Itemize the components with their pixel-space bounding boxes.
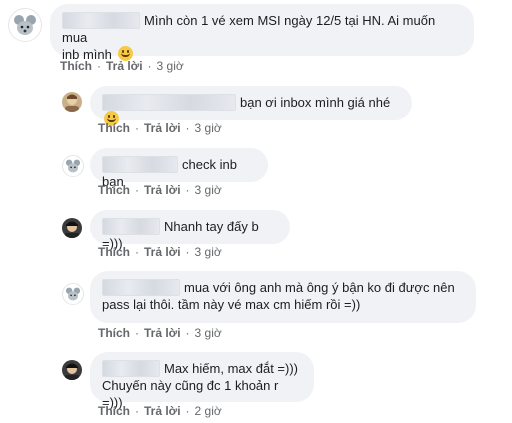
comment-actions: Thích · Trả lời · 3 giờ	[98, 326, 222, 340]
like-link[interactable]: Thích	[60, 59, 92, 73]
separator: ·	[185, 121, 190, 135]
mouse-avatar-icon	[65, 159, 81, 173]
person-avatar-icon	[65, 221, 79, 238]
reply-link[interactable]: Trả lời	[144, 326, 181, 340]
author-name[interactable]	[102, 360, 160, 377]
avatar[interactable]	[8, 8, 42, 42]
comment-actions: Thích · Trả lời · 3 giờ	[98, 121, 222, 135]
comment-bubble: Mình còn 1 vé xem MSI ngày 12/5 tại HN. …	[50, 4, 474, 62]
separator: ·	[135, 121, 139, 135]
separator: ·	[97, 59, 101, 73]
separator: ·	[185, 404, 190, 418]
timestamp[interactable]: 3 giờ	[195, 245, 222, 259]
comment-bubble: Max hiếm, max đắt =))) Chuyến này cũng đ…	[90, 352, 314, 410]
separator: ·	[185, 183, 190, 197]
author-name[interactable]	[102, 156, 178, 173]
author-name[interactable]	[102, 94, 236, 111]
comment-bubble: Nhanh tay đấy b =)))	[90, 210, 290, 251]
avatar[interactable]	[62, 155, 84, 177]
separator: ·	[185, 326, 190, 340]
mouse-avatar-icon	[65, 287, 81, 301]
comment-actions: Thích · Trả lời · 3 giờ	[98, 183, 222, 197]
comment-text-line-2: pass lại thôi. tầm này vé max cm hiếm rồ…	[102, 297, 361, 312]
comment-text: Max hiếm, max đắt =)))	[164, 361, 299, 376]
author-name[interactable]	[102, 279, 180, 296]
timestamp[interactable]: 2 giờ	[195, 404, 222, 418]
timestamp[interactable]: 3 giờ	[195, 183, 222, 197]
avatar[interactable]	[62, 92, 82, 112]
reply-link[interactable]: Trả lời	[144, 183, 181, 197]
comment-bubble: check inb bạn	[90, 148, 268, 189]
avatar[interactable]	[62, 218, 82, 238]
separator: ·	[135, 245, 139, 259]
comment-actions: Thích · Trả lời · 3 giờ	[98, 245, 222, 259]
timestamp[interactable]: 3 giờ	[195, 121, 222, 135]
timestamp[interactable]: 3 giờ	[195, 326, 222, 340]
author-name[interactable]	[62, 12, 140, 29]
like-link[interactable]: Thích	[98, 121, 130, 135]
comment-actions: Thích · Trả lời · 2 giờ	[98, 404, 222, 418]
like-link[interactable]: Thích	[98, 183, 130, 197]
comment-bubble: mua với ông anh mà ông ý bận ko đi được …	[90, 271, 476, 323]
reply-link[interactable]: Trả lời	[144, 404, 181, 418]
separator: ·	[147, 59, 152, 73]
avatar[interactable]	[62, 283, 84, 305]
separator: ·	[135, 326, 139, 340]
reply-link[interactable]: Trả lời	[144, 121, 181, 135]
comment-text: mua với ông anh mà ông ý bận ko đi được …	[184, 280, 455, 295]
like-link[interactable]: Thích	[98, 404, 130, 418]
avatar[interactable]	[62, 360, 82, 380]
separator: ·	[135, 404, 139, 418]
timestamp[interactable]: 3 giờ	[157, 59, 184, 73]
comment-actions: Thích · Trả lời · 3 giờ	[60, 59, 184, 73]
separator: ·	[135, 183, 139, 197]
author-name[interactable]	[102, 218, 160, 235]
reply-link[interactable]: Trả lời	[144, 245, 181, 259]
separator: ·	[185, 245, 190, 259]
like-link[interactable]: Thích	[98, 326, 130, 340]
like-link[interactable]: Thích	[98, 245, 130, 259]
reply-link[interactable]: Trả lời	[106, 59, 143, 73]
person-avatar-icon	[65, 94, 79, 112]
mouse-avatar-icon	[14, 15, 36, 35]
comment-bubble: bạn ơi inbox mình giá nhé	[90, 86, 412, 126]
person-avatar-icon	[65, 363, 79, 380]
comment-text: bạn ơi inbox mình giá nhé	[240, 95, 391, 110]
